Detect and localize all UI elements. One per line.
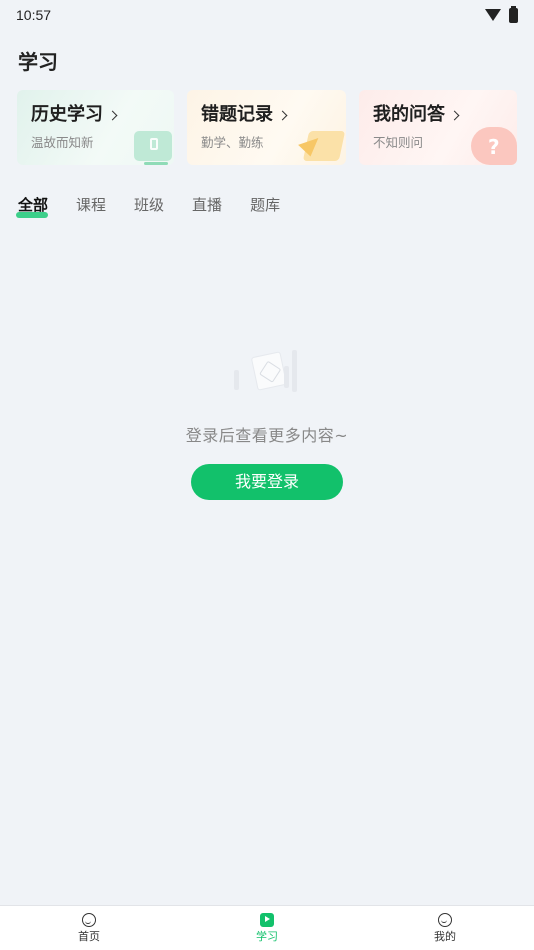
tab-question-bank[interactable]: 题库 <box>250 194 280 216</box>
feature-cards: 历史学习 温故而知新 错题记录 勤学、勤练 我的问答 不知则问 ? <box>17 90 517 165</box>
category-tabs: 全部 课程 班级 直播 题库 <box>15 194 308 218</box>
profile-icon <box>438 912 452 927</box>
tab-classes[interactable]: 班级 <box>134 194 164 216</box>
empty-box-icon <box>232 340 302 400</box>
tab-live[interactable]: 直播 <box>192 194 222 216</box>
card-wrong-questions[interactable]: 错题记录 勤学、勤练 <box>187 90 346 165</box>
login-button[interactable]: 我要登录 <box>191 464 343 500</box>
nav-item-profile[interactable]: 我的 <box>385 912 505 944</box>
card-title: 历史学习 <box>31 104 174 126</box>
card-title-text: 我的问答 <box>373 104 445 125</box>
battery-icon <box>509 5 518 23</box>
status-bar: 10:57 <box>0 0 534 30</box>
card-my-qa[interactable]: 我的问答 不知则问 ? <box>359 90 517 165</box>
tab-courses[interactable]: 课程 <box>76 194 106 216</box>
card-title: 我的问答 <box>373 104 517 126</box>
page-title: 学习 <box>18 50 58 74</box>
empty-message: 登录后查看更多内容~ <box>185 426 349 445</box>
card-title-text: 错题记录 <box>201 104 273 125</box>
chevron-right-icon <box>449 110 460 120</box>
study-icon <box>260 912 274 927</box>
status-time: 10:57 <box>16 7 52 23</box>
nav-label: 学习 <box>256 929 278 943</box>
card-title: 错题记录 <box>201 104 346 126</box>
card-title-text: 历史学习 <box>31 104 103 125</box>
nav-item-home[interactable]: 首页 <box>29 912 149 944</box>
card-history-study[interactable]: 历史学习 温故而知新 <box>17 90 174 165</box>
chevron-right-icon <box>277 110 288 120</box>
monitor-icon <box>134 131 172 165</box>
status-icons <box>485 5 518 23</box>
nav-item-study[interactable]: 学习 <box>207 912 327 944</box>
tab-all[interactable]: 全部 <box>15 194 49 218</box>
bottom-nav: 首页 学习 我的 <box>0 905 534 950</box>
wifi-icon <box>485 9 501 21</box>
empty-state: 登录后查看更多内容~ 我要登录 <box>0 340 534 500</box>
notebook-icon <box>302 131 346 161</box>
question-bubble-icon: ? <box>471 127 517 165</box>
home-icon <box>82 912 96 927</box>
nav-label: 首页 <box>78 929 100 943</box>
chevron-right-icon <box>107 110 118 120</box>
nav-label: 我的 <box>434 929 456 943</box>
